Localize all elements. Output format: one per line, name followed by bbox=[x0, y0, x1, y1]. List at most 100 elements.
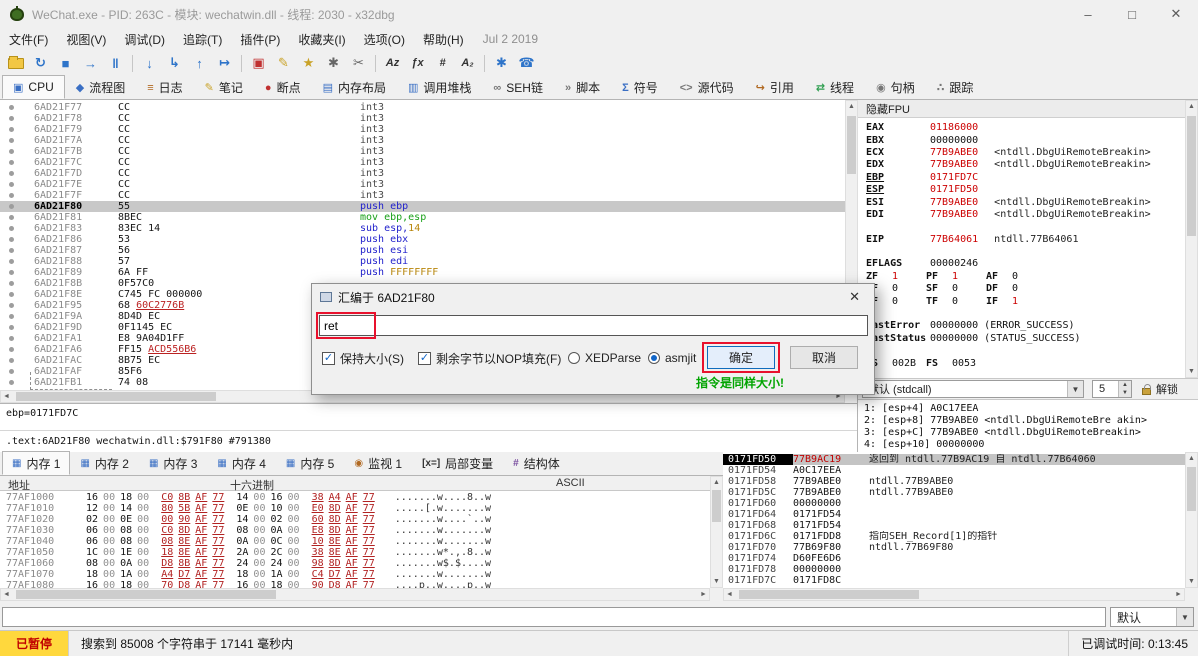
subscript-button[interactable]: A₂ bbox=[455, 52, 480, 74]
xedparse-radio[interactable]: XEDParse bbox=[568, 346, 641, 370]
dump-row[interactable]: 77AF100016001800C08BAF771400160038A4AF77… bbox=[0, 492, 710, 503]
stack-row[interactable]: 0171FD5877B9ABE0ntdll.77B9ABE0 bbox=[723, 476, 1185, 487]
calling-convention-select[interactable]: 默认 (stdcall) ▼ bbox=[862, 380, 1084, 398]
disasm-row[interactable]: 6AD21F78CCint3 bbox=[0, 113, 845, 124]
registers-pane[interactable]: 隐藏FPU EAX01186000EBX00000000ECX77B9ABE0<… bbox=[858, 100, 1198, 452]
scroll-thumb[interactable] bbox=[847, 116, 856, 174]
stop-button[interactable]: ■ bbox=[53, 52, 78, 74]
favourites-button[interactable]: ★ bbox=[296, 52, 321, 74]
stack-vscrollbar[interactable]: ▲ ▼ bbox=[1185, 452, 1198, 588]
menu-item[interactable]: 收藏夹(I) bbox=[289, 29, 354, 50]
scroll-thumb[interactable] bbox=[16, 590, 276, 599]
stack-row[interactable]: 0171FD7C0171FD8C bbox=[723, 575, 1185, 586]
menu-item[interactable]: 视图(V) bbox=[57, 29, 115, 50]
breakpoint-gutter[interactable] bbox=[0, 380, 34, 385]
tab-CPU[interactable]: ▣CPU bbox=[2, 75, 65, 99]
tab-引用[interactable]: ↪引用 bbox=[745, 76, 805, 99]
hash-button[interactable]: # bbox=[430, 52, 455, 74]
open-file-button[interactable] bbox=[3, 52, 28, 74]
register-row[interactable]: ESP0171FD50 bbox=[866, 184, 1198, 196]
breakpoint-gutter[interactable] bbox=[0, 303, 34, 308]
tab-日志[interactable]: ≡日志 bbox=[136, 76, 193, 99]
breakpoint-gutter[interactable] bbox=[0, 336, 34, 341]
breakpoint-gutter[interactable] bbox=[0, 215, 34, 220]
functions-button[interactable]: ƒx bbox=[405, 52, 430, 74]
scroll-left-icon[interactable]: ◄ bbox=[724, 589, 735, 600]
breakpoint-gutter[interactable] bbox=[0, 226, 34, 231]
dump-row[interactable]: 77AF101012001400805BAF770E001000E08DAF77… bbox=[0, 503, 710, 514]
maximize-button[interactable]: □ bbox=[1110, 0, 1154, 28]
restart-button[interactable]: ↻ bbox=[28, 52, 53, 74]
breakpoint-gutter[interactable] bbox=[0, 325, 34, 330]
argument-row[interactable]: 3: [esp+C] 77B9ABE0 <ntdll.DbgUiRemoteBr… bbox=[864, 427, 1198, 439]
scroll-right-icon[interactable]: ► bbox=[1173, 589, 1184, 600]
register-row[interactable]: EDI77B9ABE0<ntdll.DbgUiRemoteBreakin> bbox=[866, 209, 1198, 221]
breakpoint-gutter[interactable] bbox=[0, 270, 34, 275]
stack-row[interactable]: 0171FD7077B69F80ntdll.77B69F80 bbox=[723, 542, 1185, 553]
disasm-row[interactable]: 6AD21F7FCCint3 bbox=[0, 190, 845, 201]
breakpoint-gutter[interactable] bbox=[0, 160, 34, 165]
dump-hscrollbar[interactable]: ◄ ► bbox=[0, 588, 710, 601]
settings-button[interactable]: ✱ bbox=[489, 52, 514, 74]
disasm-row[interactable]: 6AD21F7DCCint3 bbox=[0, 168, 845, 179]
close-button[interactable]: ✕ bbox=[1154, 0, 1198, 28]
stack-row[interactable]: 0171FD680171FD54 bbox=[723, 520, 1185, 531]
chevron-down-icon[interactable]: ▼ bbox=[1176, 608, 1193, 626]
step-over-button[interactable]: ↳ bbox=[162, 52, 187, 74]
scroll-thumb[interactable] bbox=[739, 590, 919, 599]
breakpoint-gutter[interactable] bbox=[0, 116, 34, 121]
dump-row[interactable]: 77AF106008000A00D88BAF7724002400988DAF77… bbox=[0, 558, 710, 569]
chevron-down-icon[interactable]: ▼ bbox=[1067, 381, 1083, 397]
minimize-button[interactable]: – bbox=[1066, 0, 1110, 28]
tab-内存 2[interactable]: ▦内存 2 bbox=[70, 452, 138, 475]
scroll-up-icon[interactable]: ▲ bbox=[1186, 101, 1197, 112]
breakpoint-gutter[interactable] bbox=[0, 237, 34, 242]
scroll-down-icon[interactable]: ▼ bbox=[1186, 576, 1197, 587]
disasm-row[interactable]: 6AD21F8653push ebx bbox=[0, 234, 845, 245]
register-row[interactable]: EDX77B9ABE0<ntdll.DbgUiRemoteBreakin> bbox=[866, 159, 1198, 171]
tab-局部变量[interactable]: [x=]局部变量 bbox=[412, 452, 503, 475]
disasm-row[interactable]: 6AD21F8857push edi bbox=[0, 256, 845, 267]
argument-row[interactable]: 1: [esp+4] A0C17EEA bbox=[864, 403, 1198, 415]
stack-row[interactable]: 0171FD6C0171FDD8指向SEH_Record[1]的指针 bbox=[723, 531, 1185, 542]
stack-row[interactable]: 0171FD6000000000 bbox=[723, 498, 1185, 509]
tab-句柄[interactable]: ◉句柄 bbox=[865, 76, 926, 99]
arguments-pane[interactable]: 1: [esp+4] A0C17EEA2: [esp+8] 77B9ABE0 <… bbox=[858, 400, 1198, 452]
unlock-toggle[interactable]: 解锁 bbox=[1142, 381, 1178, 397]
spin-down-icon[interactable]: ▼ bbox=[1119, 389, 1131, 397]
run-button[interactable]: → bbox=[78, 52, 103, 74]
stack-row[interactable]: 0171FD7800000000 bbox=[723, 564, 1185, 575]
register-row[interactable]: EIP77B64061ntdll.77B64061 bbox=[866, 234, 1198, 246]
stack-row[interactable]: 0171FD54A0C17EEA bbox=[723, 465, 1185, 476]
tab-跟踪[interactable]: ∴跟踪 bbox=[926, 76, 985, 99]
breakpoint-gutter[interactable] bbox=[0, 358, 34, 363]
stack-hscrollbar[interactable]: ◄ ► bbox=[723, 588, 1185, 601]
tab-符号[interactable]: Σ符号 bbox=[611, 76, 669, 99]
tab-流程图[interactable]: ◆流程图 bbox=[65, 76, 136, 99]
disasm-row[interactable]: 6AD21F7ACCint3 bbox=[0, 135, 845, 146]
scroll-thumb[interactable] bbox=[712, 490, 721, 522]
breakpoint-gutter[interactable] bbox=[0, 138, 34, 143]
fill-nop-checkbox[interactable]: ✓ 剩余字节以NOP填充(F) bbox=[418, 346, 561, 370]
argument-row[interactable]: 2: [esp+8] 77B9ABE0 <ntdll.DbgUiRemoteBr… bbox=[864, 415, 1198, 427]
memory-dump-pane[interactable]: 地址 十六进制 ASCII 77AF100016001800C08BAF7714… bbox=[0, 476, 723, 601]
dump-row[interactable]: 77AF10501C001E00188EAF772A002C00388EAF77… bbox=[0, 547, 710, 558]
breakpoint-gutter[interactable] bbox=[0, 149, 34, 154]
tab-内存 4[interactable]: ▦内存 4 bbox=[207, 452, 275, 475]
tab-内存 3[interactable]: ▦内存 3 bbox=[139, 452, 207, 475]
register-row[interactable]: CF0TF0IF1 bbox=[866, 295, 1198, 307]
dialog-titlebar[interactable]: 汇编于 6AD21F80 ✕ bbox=[312, 284, 874, 310]
asmjit-radio[interactable]: asmjit bbox=[648, 346, 696, 370]
register-row[interactable]: GS002BFS0053 bbox=[866, 357, 1198, 369]
disasm-row[interactable]: 6AD21F79CCint3 bbox=[0, 124, 845, 135]
register-row[interactable]: ZF1PF1AF0 bbox=[866, 271, 1198, 283]
breakpoint-gutter[interactable] bbox=[0, 171, 34, 176]
tab-笔记[interactable]: ✎笔记 bbox=[194, 76, 254, 99]
scroll-thumb[interactable] bbox=[1187, 467, 1196, 511]
dump-row[interactable]: 77AF102002000E000090AF7714000200608DAF77… bbox=[0, 514, 710, 525]
breakpoint-gutter[interactable] bbox=[0, 314, 34, 319]
register-row[interactable]: LastError00000000 (ERROR_SUCCESS) bbox=[866, 320, 1198, 332]
disasm-row[interactable]: 6AD21F8756push esi bbox=[0, 245, 845, 256]
scroll-left-icon[interactable]: ◄ bbox=[1, 391, 12, 402]
run-to-user-code-button[interactable]: ↦ bbox=[212, 52, 237, 74]
